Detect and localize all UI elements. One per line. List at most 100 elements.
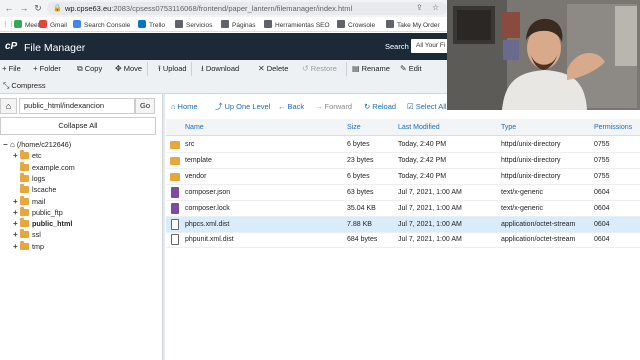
- bookmark-herramientas-seo[interactable]: Herramientas SEO: [264, 20, 330, 30]
- back-arrow-icon[interactable]: ←: [4, 3, 14, 13]
- copy-button[interactable]: ⧉ Copy: [77, 63, 102, 75]
- expand-icon[interactable]: +: [13, 150, 20, 161]
- tree-item[interactable]: + ssl: [13, 229, 41, 240]
- nav-forward-button[interactable]: → Forward: [315, 102, 352, 112]
- expand-icon[interactable]: +: [13, 241, 20, 252]
- folder-icon: [20, 150, 29, 160]
- table-row[interactable]: src 6 bytes Today, 2:40 PM httpd/unix-direc…: [166, 137, 640, 153]
- folder-icon: [170, 156, 180, 165]
- column-permissions[interactable]: Permissions: [594, 124, 632, 131]
- edit-button[interactable]: ✎ Edit: [400, 63, 422, 75]
- upload-button[interactable]: ⭱ Upload: [158, 63, 187, 75]
- tree-item-label: mail: [32, 196, 46, 206]
- folder-icon: [170, 141, 180, 149]
- restore-icon: ↺: [302, 64, 309, 73]
- bookmark-paginas[interactable]: Páginas: [221, 20, 256, 30]
- house-icon: ⌂: [171, 102, 176, 111]
- nav-reload-button[interactable]: ↻ Reload: [364, 102, 396, 112]
- nav-home-button[interactable]: ⌂ Home: [171, 102, 198, 112]
- tree-item[interactable]: + mail: [13, 195, 46, 207]
- bookmark-servicios[interactable]: Servicios: [175, 20, 212, 30]
- url-field[interactable]: 🔒 wp.cpse63.eu:2083/cpsess0753116068/fro…: [47, 2, 447, 15]
- new-file-icon: +: [2, 64, 7, 73]
- rename-button[interactable]: ▤ Rename: [352, 63, 390, 75]
- cell-perms: 0755: [594, 141, 610, 148]
- cpanel-logo[interactable]: cP: [5, 41, 17, 52]
- column-last-modified[interactable]: Last Modified: [398, 124, 440, 131]
- table-row[interactable]: phpunit.xml.dist 684 bytes Jul 7, 2021, 1:…: [166, 232, 640, 249]
- rename-icon: ▤: [352, 64, 360, 73]
- reload-icon: ↻: [364, 102, 371, 111]
- upload-icon: ⭱: [158, 64, 161, 73]
- table-row[interactable]: composer.lock 35.04 KB Jul 7, 2021, 1:00 A…: [166, 201, 640, 217]
- download-button[interactable]: ⭳ Download: [201, 63, 239, 75]
- delete-button[interactable]: ✕ Delete: [258, 63, 288, 75]
- column-type[interactable]: Type: [501, 124, 516, 131]
- collapse-icon[interactable]: −: [3, 139, 10, 150]
- bookmark-crowsole[interactable]: Crowsole: [337, 20, 375, 30]
- new-file-button[interactable]: + File: [2, 63, 21, 75]
- bookmark-gmail[interactable]: Gmail: [39, 20, 67, 30]
- delete-icon: ✕: [258, 64, 265, 73]
- cell-perms: 0604: [594, 188, 610, 196]
- expand-icon[interactable]: +: [13, 229, 20, 240]
- tree-item-label: (/home/c212646): [16, 140, 72, 149]
- share-icon[interactable]: ⇪: [416, 3, 423, 12]
- file-icon: [171, 202, 179, 214]
- collapse-all-button[interactable]: Collapse All: [0, 117, 156, 135]
- folder-icon: [20, 172, 29, 182]
- tree-item[interactable]: − ⌂ (/home/c212646): [3, 139, 71, 150]
- level-up-icon: ⤴: [215, 102, 223, 111]
- pane-divider[interactable]: [162, 94, 165, 360]
- folder-icon: [20, 161, 29, 171]
- table-row[interactable]: template 23 bytes Today, 2:42 PM httpd/unix…: [166, 153, 640, 169]
- tree-item-label: logs: [32, 173, 46, 183]
- meet-icon: [14, 20, 22, 28]
- column-size[interactable]: Size: [347, 124, 361, 131]
- table-row[interactable]: composer.json 63 bytes Jul 7, 2021, 1:00 A…: [166, 185, 640, 201]
- expand-icon[interactable]: +: [13, 207, 20, 218]
- restore-button[interactable]: ↺ Restore: [302, 63, 337, 75]
- tree-item[interactable]: + public_html: [13, 218, 72, 229]
- forward-arrow-icon[interactable]: →: [19, 3, 29, 13]
- cell-size: 684 bytes: [347, 236, 378, 244]
- nav-back-button[interactable]: ← Back: [278, 102, 304, 112]
- bookmark-meet[interactable]: Meet: [14, 20, 39, 30]
- compress-button[interactable]: ⤡ Compress: [3, 80, 46, 92]
- new-folder-button[interactable]: + Folder: [33, 63, 61, 75]
- move-button[interactable]: ✥ Move: [115, 63, 142, 75]
- go-button[interactable]: Go: [135, 98, 155, 114]
- tree-item[interactable]: lscache: [13, 184, 56, 195]
- column-name[interactable]: Name: [185, 124, 204, 131]
- cell-name: src: [185, 141, 195, 148]
- tree-item[interactable]: + etc: [13, 150, 42, 161]
- tree-item[interactable]: + public_ftp: [13, 206, 63, 218]
- cell-type: application/octet-stream: [501, 220, 576, 228]
- expand-icon[interactable]: +: [13, 218, 20, 229]
- table-row[interactable]: vendor 6 bytes Today, 2:40 PM httpd/unix-di…: [166, 169, 640, 185]
- home-directory-button[interactable]: ⌂: [0, 98, 17, 114]
- nav-select-all-button[interactable]: ☑ Select All: [407, 102, 447, 112]
- cell-modified: Jul 7, 2021, 1:00 AM: [398, 236, 462, 244]
- star-icon[interactable]: ☆: [432, 3, 439, 12]
- expand-icon[interactable]: +: [13, 196, 20, 207]
- folder-icon: [264, 20, 272, 28]
- tree-item-label: ssl: [32, 230, 41, 240]
- bookmark-take-my-order[interactable]: Take My Order: [386, 20, 440, 30]
- tree-item-label: public_ftp: [32, 207, 63, 217]
- tree-item[interactable]: + tmp: [13, 240, 44, 252]
- bookmark-search-console[interactable]: Search Console: [73, 20, 130, 30]
- reload-icon[interactable]: ↻: [33, 3, 43, 13]
- cell-name: composer.json: [185, 188, 231, 196]
- tree-item[interactable]: example.com: [13, 161, 75, 173]
- url-host: wp.cpse63.eu: [65, 4, 112, 13]
- nav-up-one-level-button[interactable]: ⤴ Up One Level: [215, 102, 270, 112]
- path-input[interactable]: public_html/indexancion: [19, 98, 135, 114]
- bookmark-trello[interactable]: Trello: [138, 20, 165, 30]
- cell-type: httpd/unix-directory: [501, 172, 561, 180]
- tree-item-label: lscache: [32, 185, 57, 195]
- cell-modified: Today, 2:40 PM: [398, 141, 447, 148]
- table-row[interactable]: phpcs.xml.dist 7.88 KB Jul 7, 2021, 1:00 A…: [166, 216, 640, 233]
- cell-perms: 0755: [594, 156, 610, 164]
- tree-item[interactable]: logs: [13, 172, 46, 184]
